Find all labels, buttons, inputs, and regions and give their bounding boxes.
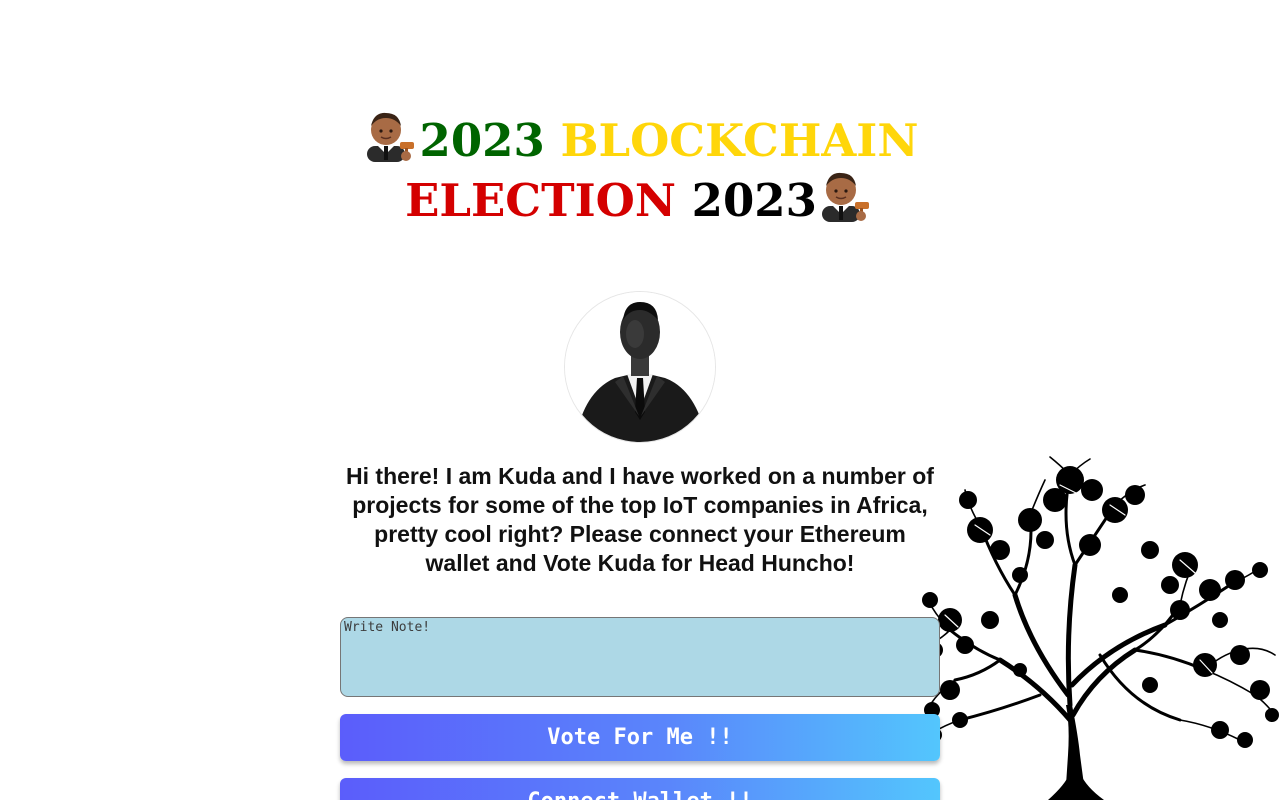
avatar [565,292,715,442]
title-year-left: 2023 [419,114,545,167]
title-line-1: 2023 BLOCKCHAIN [340,110,940,170]
bio-text: Hi there! I am Kuda and I have worked on… [346,463,934,576]
man-judge-emoji-icon [821,172,869,222]
tree-silhouette-icon [922,456,1279,800]
candidate-portrait [565,292,715,442]
title-year-right: 2023 [691,174,817,227]
title-blockchain: BLOCKCHAIN [560,114,919,167]
note-input[interactable] [340,617,940,697]
title-election: ELECTION [405,174,676,227]
election-page: 2023 BLOCKCHAIN ELECTION 2023 Hi there! … [0,0,1280,800]
election-title: 2023 BLOCKCHAIN ELECTION 2023 [340,110,940,230]
title-line-2: ELECTION 2023 [340,170,940,230]
vote-button[interactable]: Vote For Me !! [340,714,940,761]
man-judge-emoji-icon [366,112,414,162]
connect-wallet-button[interactable]: Connect Wallet !! [340,778,940,800]
